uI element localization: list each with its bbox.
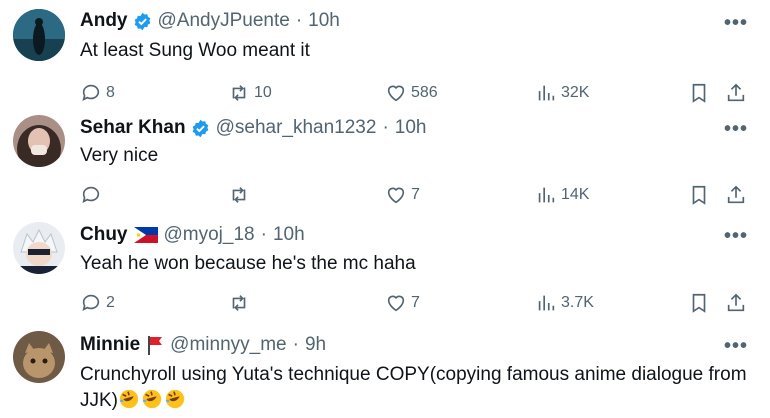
reply-andy[interactable]: Andy @AndyJPuente · 10h ••• At least Sun…: [0, 0, 770, 108]
verified-badge-icon: [134, 12, 150, 30]
more-options-button[interactable]: •••: [724, 335, 748, 358]
like-button[interactable]: 7: [385, 292, 420, 314]
more-options-button[interactable]: •••: [724, 12, 748, 35]
handle[interactable]: @minnyy_me: [170, 334, 286, 356]
timestamp[interactable]: 10h: [273, 224, 305, 246]
handle[interactable]: @myoj_18: [164, 224, 255, 246]
rolling-on-floor-laughing-icon: [165, 389, 185, 409]
retweet-count: 10: [254, 84, 272, 101]
retweet-icon: [232, 295, 246, 311]
display-name[interactable]: Minnie: [80, 334, 140, 356]
reply-chuy[interactable]: Chuy @myoj_18 · 10h ••• Yeah he won beca…: [0, 216, 770, 323]
share-button[interactable]: [725, 292, 747, 314]
reply-minnie[interactable]: Minnie @minnyy_me · 9h ••• Crunchyroll u…: [0, 323, 770, 418]
like-count: 586: [411, 84, 438, 101]
timestamp[interactable]: 10h: [308, 10, 340, 32]
bookmark-button[interactable]: [688, 82, 710, 104]
avatar[interactable]: [13, 222, 65, 274]
display-name[interactable]: Sehar Khan: [80, 117, 186, 139]
handle[interactable]: @AndyJPuente: [158, 10, 290, 32]
heart-icon: [387, 187, 405, 204]
analytics-icon: [538, 295, 555, 311]
views-button[interactable]: 14K: [535, 184, 589, 206]
rolling-on-floor-laughing-icon: [142, 389, 162, 409]
analytics-icon: [538, 85, 555, 101]
reply-text-container: Crunchyroll using Yuta's technique COPY(…: [80, 362, 760, 414]
display-name[interactable]: Andy: [80, 10, 128, 32]
views-button[interactable]: 3.7K: [535, 292, 594, 314]
avatar[interactable]: [13, 331, 65, 383]
more-options-button[interactable]: •••: [724, 225, 748, 248]
reply-text: Very nice: [80, 145, 159, 166]
reply-text: Yeah he won because he's the mc haha: [80, 253, 416, 274]
display-name[interactable]: Chuy: [80, 224, 128, 246]
views-button[interactable]: 32K: [535, 82, 589, 104]
comment-icon: [82, 294, 100, 311]
retweet-button[interactable]: [228, 292, 254, 314]
share-icon: [727, 83, 745, 102]
red-flag-icon: [148, 336, 163, 355]
separator: ·: [295, 10, 303, 31]
avatar[interactable]: [13, 9, 65, 61]
like-button[interactable]: 586: [385, 82, 438, 104]
retweet-icon: [232, 187, 246, 203]
reply-button[interactable]: 8: [80, 82, 115, 104]
handle[interactable]: @sehar_khan1232: [216, 117, 377, 139]
separator: ·: [292, 334, 299, 355]
reply-text: At least Sung Woo meant it: [80, 40, 310, 61]
reply-sehar-khan[interactable]: Sehar Khan @sehar_khan1232 · 10h ••• Ver…: [0, 108, 770, 216]
retweet-icon: [232, 85, 246, 101]
views-count: 14K: [561, 186, 590, 203]
like-count: 7: [411, 294, 420, 311]
views-count: 3.7K: [561, 294, 594, 311]
bookmark-button[interactable]: [688, 184, 710, 206]
bookmark-icon: [692, 293, 706, 313]
timestamp[interactable]: 10h: [395, 117, 427, 139]
retweet-button[interactable]: 10: [228, 82, 272, 104]
reply-button[interactable]: 2: [80, 292, 115, 314]
avatar[interactable]: [13, 115, 65, 167]
philippines-flag-icon: [133, 227, 158, 243]
heart-icon: [387, 295, 405, 312]
like-button[interactable]: 7: [385, 184, 420, 206]
bookmark-button[interactable]: [688, 292, 710, 314]
separator: ·: [382, 117, 389, 138]
comment-icon: [82, 84, 100, 101]
like-count: 7: [411, 186, 420, 203]
bookmark-icon: [692, 185, 706, 205]
share-button[interactable]: [725, 184, 747, 206]
heart-icon: [387, 85, 405, 102]
reply-count: 8: [106, 84, 115, 101]
analytics-icon: [538, 187, 555, 203]
separator: ·: [260, 224, 267, 245]
share-icon: [727, 185, 745, 204]
views-count: 32K: [561, 84, 590, 101]
share-icon: [727, 293, 745, 312]
reply-button[interactable]: [80, 184, 106, 206]
comment-icon: [82, 186, 100, 203]
reply-count: 2: [106, 294, 115, 311]
laughing-emoji-group: [118, 389, 187, 411]
rolling-on-floor-laughing-icon: [119, 389, 139, 409]
more-options-button[interactable]: •••: [724, 118, 748, 141]
verified-badge-icon: [192, 119, 208, 137]
timestamp[interactable]: 9h: [305, 334, 326, 356]
retweet-button[interactable]: [228, 184, 254, 206]
share-button[interactable]: [725, 82, 747, 104]
bookmark-icon: [692, 83, 706, 103]
